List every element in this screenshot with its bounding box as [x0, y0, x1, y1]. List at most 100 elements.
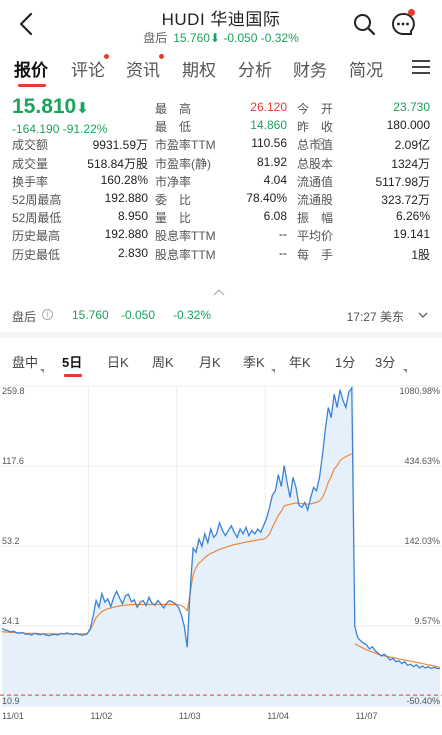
stat-label: 最 高 [155, 102, 192, 116]
y-axis-right-tick: -50.40% [406, 696, 440, 706]
period-tab[interactable]: 日K [107, 352, 129, 371]
stat-value: 1股 [411, 247, 430, 262]
active-period-indicator [64, 374, 82, 377]
stat-value: 6.26% [395, 209, 430, 224]
stat-label: 成交量 [12, 156, 49, 171]
info-icon[interactable]: i [42, 309, 53, 320]
tab-comments-dot [104, 54, 109, 59]
period-tab[interactable]: 1分 [335, 352, 355, 371]
stat-label: 52周最低 [12, 211, 62, 226]
after-hours-change: -0.050 [223, 31, 258, 45]
stat-label: 换手率 [12, 174, 49, 189]
stat-value: 1324万 [391, 156, 430, 171]
active-tab-indicator [18, 84, 46, 87]
stat-value: 4.04 [263, 172, 287, 187]
stat-label: 总股本 [297, 156, 334, 171]
stat-label: 历史最低 [12, 247, 61, 262]
search-icon[interactable] [352, 12, 376, 36]
period-tab[interactable]: 盘中 [12, 352, 38, 371]
stat-value: 192.880 [104, 191, 148, 205]
tab-financials[interactable]: 财务 [293, 56, 327, 81]
stat-label: 成交额 [12, 138, 49, 153]
chart-svg [0, 385, 442, 707]
stat-value: 9931.59万 [92, 138, 148, 153]
stat-value: 180.000 [386, 118, 430, 133]
x-axis-date: 11/03 [178, 711, 201, 721]
y-axis-right-tick: 1080.98% [399, 386, 440, 396]
stat-label: 今 开 [297, 102, 334, 116]
period-tab[interactable]: 周K [152, 352, 174, 371]
stat-value: 2.09亿 [394, 138, 430, 153]
stat-value: 19.141 [393, 227, 430, 242]
x-axis-date: 11/02 [90, 711, 113, 721]
stat-label: 市净率 [155, 174, 192, 189]
x-axis-date: 11/07 [355, 711, 378, 721]
tab-quote[interactable]: 报价 [14, 56, 48, 81]
stat-label: 平均价 [297, 229, 334, 244]
stat-value: 23.730 [393, 100, 430, 114]
stat-value: 8.950 [117, 209, 148, 224]
stat-value: -- [279, 245, 287, 260]
top-bar: HUDI 华迪国际 盘后 15.760⬇ -0.050 -0.32% [0, 0, 442, 48]
dropdown-triangle-icon [40, 369, 44, 373]
stat-value: 323.72万 [381, 193, 430, 207]
tab-comments[interactable]: 评论 [71, 56, 105, 81]
period-tab[interactable]: 3分 [375, 352, 395, 371]
stat-label: 振 幅 [297, 211, 334, 226]
tab-options[interactable]: 期权 [182, 56, 216, 81]
stat-label: 最 低 [155, 120, 192, 135]
after-hours-row-time: 17:27 美东 [346, 310, 404, 324]
x-axis-date: 11/04 [267, 711, 290, 721]
x-axis-date: 11/01 [2, 711, 24, 721]
notification-dot [408, 9, 415, 16]
y-axis-right-tick: 434.63% [404, 455, 440, 466]
section-divider [0, 332, 442, 338]
stat-value: 26.120 [250, 100, 287, 114]
stat-label: 昨 收 [297, 120, 334, 135]
stat-value: 81.92 [256, 154, 287, 169]
y-axis-left-tick: 10.9 [2, 696, 20, 706]
stat-label: 委 比 [155, 193, 192, 207]
stat-value: 192.880 [104, 227, 148, 242]
after-hours-row-price: 15.760 [72, 308, 109, 322]
tab-analysis[interactable]: 分析 [238, 56, 272, 81]
last-price: 15.810⬇ [12, 95, 89, 118]
after-hours-row-label: 盘后 [12, 310, 37, 324]
after-hours-pct: -0.32% [260, 31, 299, 45]
period-tab[interactable]: 5日 [62, 352, 82, 371]
menu-icon[interactable] [412, 60, 430, 74]
dropdown-triangle-icon [271, 369, 275, 373]
after-hours-row-change: -0.050 [121, 308, 156, 322]
period-tab[interactable]: 季K [243, 352, 265, 371]
y-axis-right-tick: 9.57% [414, 615, 440, 626]
price-area [2, 387, 440, 706]
stat-value: -- [279, 227, 287, 242]
stat-label: 量 比 [155, 211, 192, 226]
stat-value: 14.860 [250, 118, 287, 133]
y-axis-left-tick: 259.8 [2, 386, 25, 396]
price-chart[interactable]: 259.8 117.6 53.2 24.1 10.9 1080.98% 434.63% 142… [0, 378, 442, 735]
collapse-chevron-icon[interactable] [212, 288, 226, 296]
period-tab[interactable]: 月K [199, 352, 221, 371]
stat-label: 股息率TTM [155, 247, 216, 262]
tab-news[interactable]: 资讯 [126, 56, 160, 81]
after-hours-label: 盘后 [143, 31, 168, 45]
tab-news-dot [159, 54, 164, 59]
stat-value: 110.56 [251, 136, 287, 151]
down-arrow-icon: ⬇ [76, 100, 89, 117]
stat-label: 每 手 [297, 247, 334, 262]
stat-label: 历史最高 [12, 229, 61, 244]
stat-value: 518.84万股 [87, 156, 148, 171]
y-axis-left-tick: 117.6 [2, 455, 24, 466]
stat-label: 流通值 [297, 174, 334, 189]
period-tab[interactable]: 年K [289, 352, 311, 371]
stat-value: 6.08 [263, 209, 287, 224]
stat-value: 5117.98万 [375, 174, 431, 189]
stat-label: 市盈率(静) [155, 156, 211, 171]
main-tabs: 报价 评论 资讯 期权 分析 财务 简况 [0, 52, 442, 88]
dropdown-triangle-icon [403, 369, 407, 373]
tab-profile[interactable]: 简况 [349, 56, 383, 81]
stat-label: 市盈率TTM [155, 138, 216, 153]
after-hours-row[interactable]: 盘后 i 15.760 -0.050 -0.32% 17:27 美东 [0, 300, 442, 330]
chevron-down-icon[interactable] [418, 310, 428, 320]
